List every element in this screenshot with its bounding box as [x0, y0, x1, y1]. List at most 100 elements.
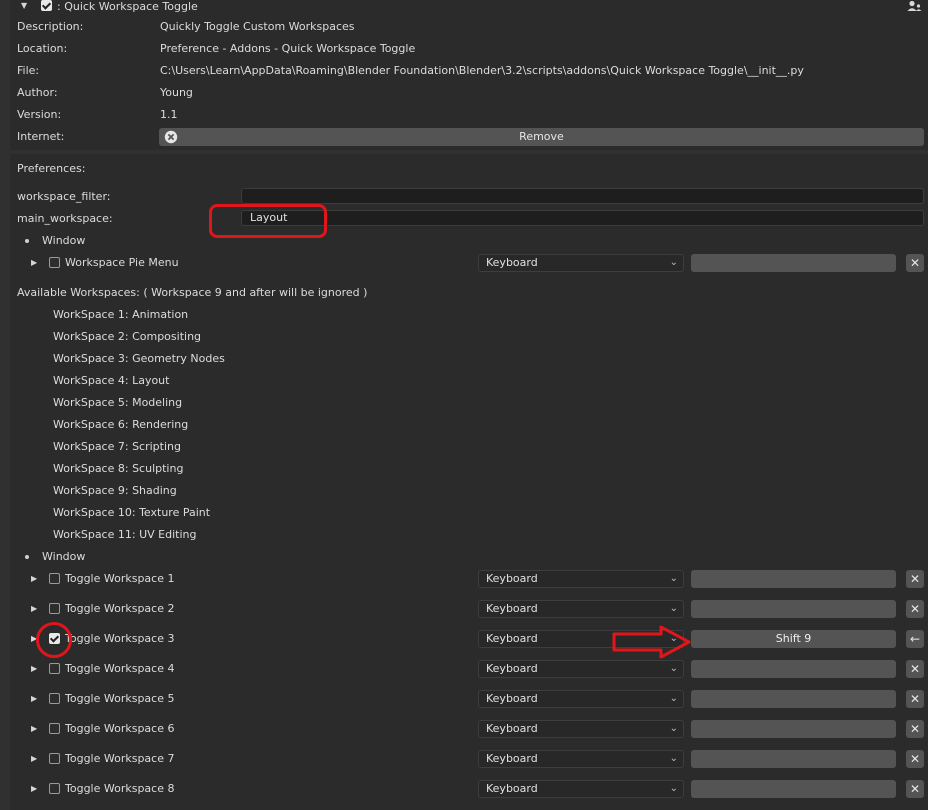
remove-circle-icon [164, 130, 178, 144]
location-value: Preference - Addons - Quick Workspace To… [160, 42, 416, 55]
available-workspaces-title: Available Workspaces: ( Workspace 9 and … [17, 286, 368, 299]
toggle-6-type-dropdown[interactable]: Keyboard ⌄ [478, 720, 684, 738]
chevron-down-icon: ⌄ [669, 257, 678, 268]
toggle-1-key-field[interactable] [691, 570, 896, 588]
expand-triangle-icon[interactable]: ▶ [31, 694, 37, 704]
remove-button-label: Remove [519, 130, 564, 143]
expand-triangle-icon[interactable]: ▶ [31, 754, 37, 764]
description-value: Quickly Toggle Custom Workspaces [160, 20, 355, 33]
expand-triangle-icon[interactable]: ▶ [31, 664, 37, 674]
main-workspace-label: main_workspace: [17, 212, 113, 225]
window-bullet-1 [25, 239, 29, 243]
toggle-5-type-dropdown[interactable]: Keyboard ⌄ [478, 690, 684, 708]
file-label: File: [17, 64, 40, 77]
toggle-6-remove-button[interactable]: ✕ [906, 720, 924, 738]
chevron-down-icon: ⌄ [669, 783, 678, 794]
collapse-triangle-icon[interactable]: ▼ [21, 1, 27, 11]
toggle-2-checkbox[interactable] [49, 603, 60, 614]
toggle-4-type-dropdown[interactable]: Keyboard ⌄ [478, 660, 684, 678]
toggle-4-checkbox[interactable] [49, 663, 60, 674]
toggle-8-remove-button[interactable]: ✕ [906, 780, 924, 798]
toggle-3-name: Toggle Workspace 3 [65, 632, 175, 645]
toggle-8-name: Toggle Workspace 8 [65, 782, 175, 795]
author-label: Author: [17, 86, 58, 99]
workspace-list: WorkSpace 1: Animation WorkSpace 2: Comp… [53, 308, 225, 550]
pie-menu-type-value: Keyboard [486, 256, 538, 269]
list-item: WorkSpace 2: Compositing [53, 330, 202, 343]
toggle-6-name: Toggle Workspace 6 [65, 722, 175, 735]
workspace-filter-input[interactable] [241, 188, 924, 204]
window-label-1: Window [42, 234, 86, 247]
preferences-title: Preferences: [17, 162, 86, 175]
window-bullet-2 [25, 555, 29, 559]
list-item: WorkSpace 4: Layout [53, 374, 170, 387]
toggle-2-key-field[interactable] [691, 600, 896, 618]
toggle-7-remove-button[interactable]: ✕ [906, 750, 924, 768]
toggle-1-remove-button[interactable]: ✕ [906, 570, 924, 588]
list-item: WorkSpace 1: Animation [53, 308, 189, 321]
list-item: WorkSpace 8: Sculpting [53, 462, 184, 475]
toggle-5-type-value: Keyboard [486, 692, 538, 705]
toggle-7-type-dropdown[interactable]: Keyboard ⌄ [478, 750, 684, 768]
location-label: Location: [17, 42, 68, 55]
remove-button[interactable]: Remove [159, 128, 924, 146]
toggle-1-type-value: Keyboard [486, 572, 538, 585]
description-label: Description: [17, 20, 84, 33]
internet-label: Internet: [17, 130, 65, 143]
red-arrow-annotation [612, 625, 691, 659]
toggle-8-type-value: Keyboard [486, 782, 538, 795]
addon-enabled-checkbox[interactable] [41, 0, 52, 11]
toggle-1-type-dropdown[interactable]: Keyboard ⌄ [478, 570, 684, 588]
pie-menu-remove-button[interactable]: ✕ [906, 254, 924, 272]
toggle-7-key-field[interactable] [691, 750, 896, 768]
expand-triangle-icon[interactable]: ▶ [31, 574, 37, 584]
workspace-filter-label: workspace_filter: [17, 190, 111, 203]
chevron-down-icon: ⌄ [669, 693, 678, 704]
pie-menu-type-dropdown[interactable]: Keyboard ⌄ [478, 254, 684, 272]
main-workspace-input[interactable]: Layout [241, 210, 924, 226]
toggle-1-checkbox[interactable] [49, 573, 60, 584]
toggle-7-name: Toggle Workspace 7 [65, 752, 175, 765]
toggle-5-checkbox[interactable] [49, 693, 60, 704]
toggle-5-key-field[interactable] [691, 690, 896, 708]
toggle-4-key-field[interactable] [691, 660, 896, 678]
list-item: WorkSpace 3: Geometry Nodes [53, 352, 225, 365]
window-label-2: Window [42, 550, 86, 563]
pie-menu-checkbox[interactable] [49, 257, 60, 268]
expand-triangle-icon[interactable]: ▶ [31, 604, 37, 614]
list-item: WorkSpace 10: Texture Paint [53, 506, 211, 519]
toggle-1-name: Toggle Workspace 1 [65, 572, 175, 585]
toggle-5-remove-button[interactable]: ✕ [906, 690, 924, 708]
chevron-down-icon: ⌄ [669, 663, 678, 674]
toggle-3-restore-button[interactable]: ← [906, 630, 924, 648]
expand-triangle-icon[interactable]: ▶ [31, 784, 37, 794]
toggle-4-type-value: Keyboard [486, 662, 538, 675]
version-label: Version: [17, 108, 62, 121]
toggle-2-name: Toggle Workspace 2 [65, 602, 175, 615]
chevron-down-icon: ⌄ [669, 603, 678, 614]
toggle-6-checkbox[interactable] [49, 723, 60, 734]
toggle-8-type-dropdown[interactable]: Keyboard ⌄ [478, 780, 684, 798]
expand-triangle-icon[interactable]: ▶ [31, 258, 37, 268]
main-workspace-highlight-annotation [209, 204, 327, 238]
toggle-8-key-field[interactable] [691, 780, 896, 798]
toggle-8-checkbox[interactable] [49, 783, 60, 794]
toggle-5-name: Toggle Workspace 5 [65, 692, 175, 705]
pie-menu-name: Workspace Pie Menu [65, 256, 179, 269]
toggle-7-checkbox[interactable] [49, 753, 60, 764]
list-item: WorkSpace 9: Shading [53, 484, 177, 497]
version-value: 1.1 [160, 108, 178, 121]
toggle-6-key-field[interactable] [691, 720, 896, 738]
toggle-2-remove-button[interactable]: ✕ [906, 600, 924, 618]
toggle-4-remove-button[interactable]: ✕ [906, 660, 924, 678]
checkbox-highlight-annotation [36, 622, 72, 658]
file-value: C:\Users\Learn\AppData\Roaming\Blender F… [160, 64, 804, 77]
toggle-2-type-dropdown[interactable]: Keyboard ⌄ [478, 600, 684, 618]
expand-triangle-icon[interactable]: ▶ [31, 724, 37, 734]
chevron-down-icon: ⌄ [669, 753, 678, 764]
pie-menu-key-field[interactable] [691, 254, 896, 272]
toggle-3-key-field[interactable]: Shift 9 [691, 630, 896, 648]
user-icon[interactable] [907, 0, 923, 12]
toggle-7-type-value: Keyboard [486, 752, 538, 765]
toggle-2-type-value: Keyboard [486, 602, 538, 615]
